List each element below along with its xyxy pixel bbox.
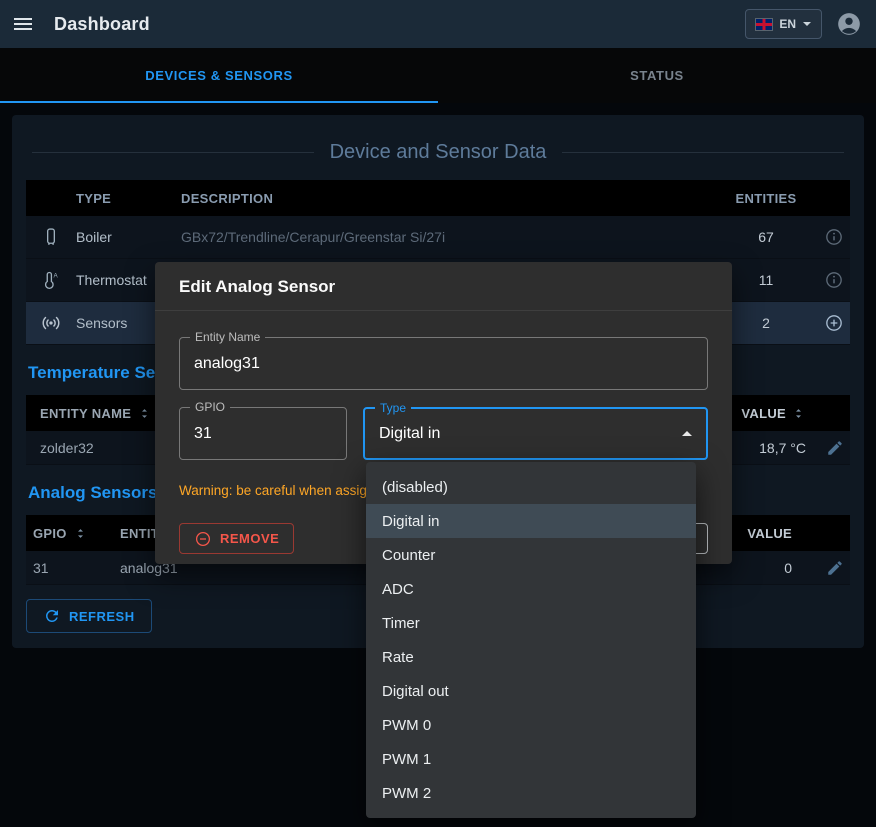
type-selected-value: Digital in xyxy=(379,425,682,443)
sort-value-button[interactable] xyxy=(791,406,806,421)
menu-item-digital-in[interactable]: Digital in xyxy=(366,504,696,538)
edit-button[interactable] xyxy=(806,559,850,577)
info-icon xyxy=(824,270,844,290)
header-entities: ENTITIES xyxy=(726,191,806,206)
sort-gpio-button[interactable] xyxy=(73,526,88,541)
language-label: EN xyxy=(779,17,796,31)
menu-item-counter[interactable]: Counter xyxy=(366,538,696,572)
gpio-field[interactable]: GPIO xyxy=(179,407,347,460)
gpio-input[interactable] xyxy=(194,425,332,443)
hamburger-icon xyxy=(14,18,32,30)
device-description: GBx72/Trendline/Cerapur/Greenstar Si/27i xyxy=(181,229,726,245)
uk-flag-icon xyxy=(756,19,772,30)
menu-item-rate[interactable]: Rate xyxy=(366,640,696,674)
divider-line xyxy=(32,152,314,153)
entity-name-label: Entity Name xyxy=(190,331,265,344)
page-title: Device and Sensor Data xyxy=(330,141,547,164)
boiler-icon xyxy=(26,227,76,247)
page-title-row: Device and Sensor Data xyxy=(26,115,850,180)
sort-entity-name-button[interactable] xyxy=(137,406,152,421)
app-title: Dashboard xyxy=(54,14,150,35)
menu-item-digital-out[interactable]: Digital out xyxy=(366,674,696,708)
app-bar: Dashboard EN xyxy=(0,0,876,48)
plus-circle-icon xyxy=(824,313,844,333)
pencil-icon xyxy=(826,439,844,457)
entity-name-input[interactable] xyxy=(194,355,693,373)
refresh-icon xyxy=(43,607,61,625)
thermostat-icon: A xyxy=(26,270,76,290)
refresh-label: REFRESH xyxy=(69,609,135,624)
header-type: TYPE xyxy=(76,191,181,206)
info-button[interactable] xyxy=(806,270,850,290)
device-table-header: TYPE DESCRIPTION ENTITIES xyxy=(26,180,850,216)
dialog-title: Edit Analog Sensor xyxy=(155,262,732,311)
account-icon xyxy=(836,11,862,37)
info-button[interactable] xyxy=(806,227,850,247)
sort-icon xyxy=(73,526,88,541)
pencil-icon xyxy=(826,559,844,577)
account-button[interactable] xyxy=(836,11,862,37)
tab-devices-sensors[interactable]: DEVICES & SENSORS xyxy=(0,48,438,103)
sort-icon xyxy=(791,406,806,421)
add-sensor-button[interactable] xyxy=(806,313,850,333)
refresh-button[interactable]: REFRESH xyxy=(26,599,152,633)
menu-item-pwm1[interactable]: PWM 1 xyxy=(366,742,696,776)
sensors-icon xyxy=(26,312,76,334)
type-select[interactable]: Type Digital in xyxy=(363,407,708,460)
edit-button[interactable] xyxy=(806,439,850,457)
menu-button[interactable] xyxy=(14,18,32,30)
type-label: Type xyxy=(375,402,411,415)
device-type: Boiler xyxy=(76,229,181,245)
menu-item-disabled[interactable]: (disabled) xyxy=(366,470,696,504)
remove-label: REMOVE xyxy=(220,531,279,546)
device-entities: 67 xyxy=(726,229,806,245)
header-entity-name: ENTITY NAME xyxy=(40,406,131,421)
tab-status[interactable]: STATUS xyxy=(438,48,876,103)
entity-name-field[interactable]: Entity Name xyxy=(179,337,708,390)
header-value: VALUE xyxy=(741,406,786,421)
type-dropdown-menu: (disabled) Digital in Counter ADC Timer … xyxy=(366,462,696,818)
header-gpio: GPIO xyxy=(33,526,67,541)
chevron-down-icon xyxy=(803,22,811,26)
svg-text:A: A xyxy=(54,273,59,280)
remove-circle-icon xyxy=(194,530,212,548)
gpio-label: GPIO xyxy=(190,401,230,414)
menu-item-adc[interactable]: ADC xyxy=(366,572,696,606)
sensor-gpio: 31 xyxy=(26,560,120,576)
remove-button[interactable]: REMOVE xyxy=(179,523,294,554)
header-description: DESCRIPTION xyxy=(181,191,726,206)
chevron-up-icon xyxy=(682,431,692,436)
menu-item-timer[interactable]: Timer xyxy=(366,606,696,640)
sort-icon xyxy=(137,406,152,421)
menu-item-pwm0[interactable]: PWM 0 xyxy=(366,708,696,742)
menu-item-pwm2[interactable]: PWM 2 xyxy=(366,776,696,810)
tab-bar: DEVICES & SENSORS STATUS xyxy=(0,48,876,103)
device-entities: 11 xyxy=(726,272,806,288)
table-row-boiler[interactable]: Boiler GBx72/Trendline/Cerapur/Greenstar… xyxy=(26,216,850,259)
language-selector[interactable]: EN xyxy=(745,9,822,39)
info-icon xyxy=(824,227,844,247)
divider-line xyxy=(562,152,844,153)
device-entities: 2 xyxy=(726,315,806,331)
